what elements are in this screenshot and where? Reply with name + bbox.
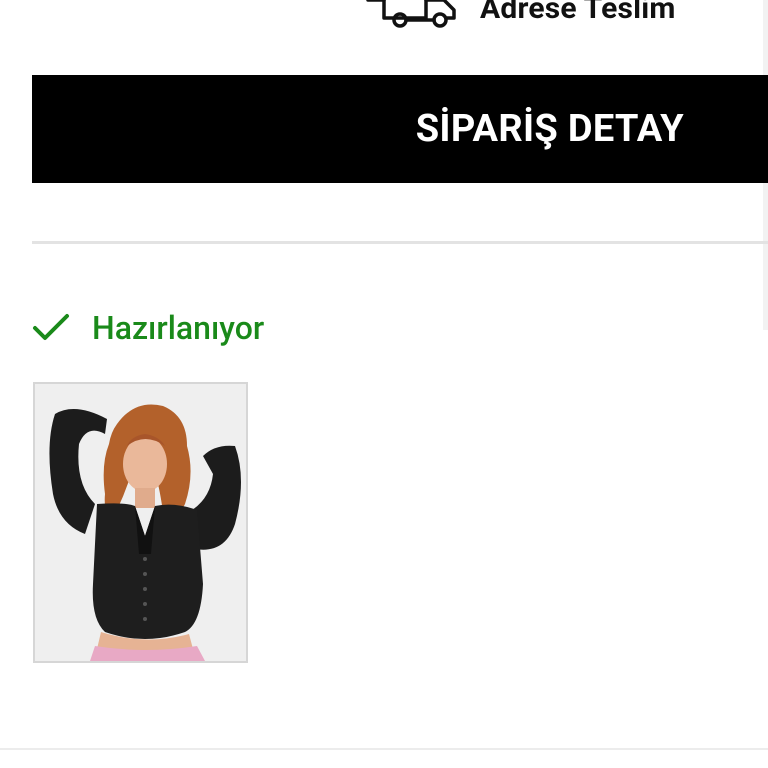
divider (32, 241, 768, 244)
product-image[interactable] (33, 382, 248, 663)
check-icon (32, 313, 70, 343)
truck-icon (366, 0, 458, 28)
order-detail-button[interactable]: SİPARİŞ DETAY (32, 75, 768, 183)
delivery-method: Adrese Teslim (366, 0, 676, 30)
delivery-method-label: Adrese Teslim (480, 0, 676, 26)
order-status: Hazırlanıyor (32, 306, 264, 350)
order-detail-label: SİPARİŞ DETAY (415, 107, 684, 151)
order-status-label: Hazırlanıyor (92, 309, 265, 347)
divider (0, 748, 768, 750)
order-page: Adrese Teslim SİPARİŞ DETAY Hazırlanıyor (0, 0, 768, 768)
